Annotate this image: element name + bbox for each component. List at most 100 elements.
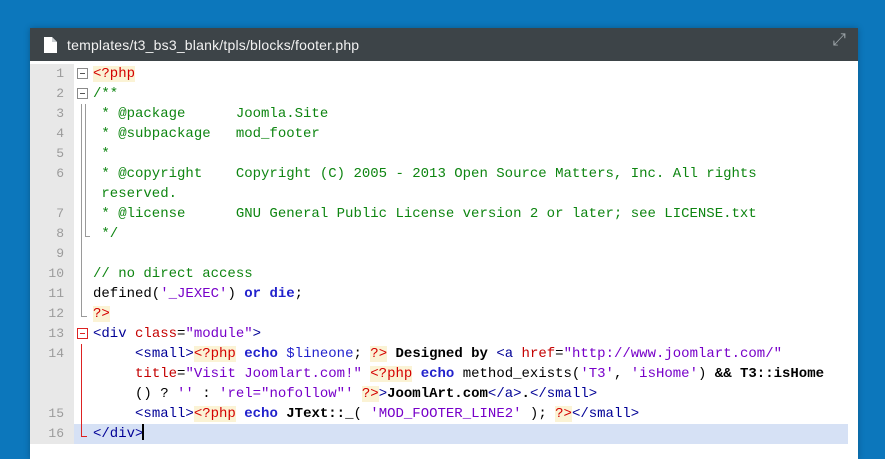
file-path-title: templates/t3_bs3_blank/tpls/blocks/foote… xyxy=(67,37,832,53)
fold-gutter xyxy=(74,124,93,144)
code-text[interactable]: ?> xyxy=(93,304,848,324)
code-text[interactable]: * @license GNU General Public License ve… xyxy=(93,204,848,224)
fold-toggle-icon[interactable] xyxy=(77,328,88,339)
code-segment-plain: method_exists( xyxy=(454,366,580,382)
code-segment-attr: href xyxy=(522,346,556,362)
code-segment-plain xyxy=(353,386,361,402)
code-segment-phptag: ?> xyxy=(370,346,387,362)
code-text[interactable]: * xyxy=(93,144,848,164)
code-segment-btext: JoomlArt.com xyxy=(387,386,488,402)
line-number: 3 xyxy=(30,104,74,124)
code-text[interactable]: // no direct access xyxy=(93,264,848,284)
fold-gutter xyxy=(74,164,93,184)
line-number: 14 xyxy=(30,344,74,364)
code-text[interactable]: /** xyxy=(93,84,848,104)
code-text[interactable]: reserved. xyxy=(93,184,848,204)
code-text[interactable]: * @copyright Copyright (C) 2005 - 2013 O… xyxy=(93,164,848,184)
code-segment-phptag: <?php xyxy=(370,366,412,382)
code-line[interactable]: title="Visit Joomlart.com!" <?php echo m… xyxy=(30,364,848,384)
code-segment-attr: class xyxy=(135,326,177,342)
code-text[interactable]: <small><?php echo JText::_( 'MOD_FOOTER_… xyxy=(93,404,848,424)
fold-gutter xyxy=(74,224,93,244)
fold-guide-line xyxy=(81,284,82,304)
code-line[interactable]: 1 <?php xyxy=(30,64,848,84)
code-text[interactable]: * @subpackage mod_footer xyxy=(93,124,848,144)
code-segment-string: 'T3' xyxy=(580,366,614,382)
code-segment-comment: * @license GNU General Public License ve… xyxy=(93,206,757,222)
line-number: 4 xyxy=(30,124,74,144)
fold-toggle-icon[interactable] xyxy=(77,88,88,99)
line-number: 15 xyxy=(30,404,74,424)
code-text[interactable]: <?php xyxy=(93,64,848,84)
fold-guide-line xyxy=(81,204,82,224)
code-line[interactable]: 15 <small><?php echo JText::_( 'MOD_FOOT… xyxy=(30,404,848,424)
code-line[interactable]: 7 * @license GNU General Public License … xyxy=(30,204,848,224)
code-segment-phptag: <?php xyxy=(194,346,236,362)
code-text[interactable]: </div> xyxy=(93,424,848,444)
code-text[interactable]: defined('_JEXEC') or die; xyxy=(93,284,848,304)
fold-toggle-icon[interactable] xyxy=(77,68,88,79)
code-line[interactable]: 8 */ xyxy=(30,224,848,244)
line-number xyxy=(30,384,74,404)
code-text[interactable]: */ xyxy=(93,224,848,244)
code-line[interactable]: 4 * @subpackage mod_footer xyxy=(30,124,848,144)
code-segment-plain xyxy=(93,346,135,362)
code-text[interactable]: <div class="module"> xyxy=(93,324,848,344)
code-segment-plain: ; xyxy=(353,346,370,362)
code-segment-attr: title xyxy=(135,366,177,382)
code-line[interactable]: 5 * xyxy=(30,144,848,164)
code-segment-comment: * xyxy=(93,146,110,162)
code-line[interactable]: 14 <small><?php echo $lineone; ?> Design… xyxy=(30,344,848,364)
code-segment-phptag: ?> xyxy=(555,406,572,422)
code-segment-plain: ; xyxy=(295,286,303,302)
code-segment-tag: <div xyxy=(93,326,135,342)
code-segment-keyword: echo xyxy=(244,406,278,422)
line-number xyxy=(30,184,74,204)
fold-gutter xyxy=(74,184,93,204)
code-segment-comment: * @package Joomla.Site xyxy=(93,106,328,122)
code-line[interactable]: 3 * @package Joomla.Site xyxy=(30,104,848,124)
code-line[interactable]: 12 ?> xyxy=(30,304,848,324)
code-text[interactable]: <small><?php echo $lineone; ?> Designed … xyxy=(93,344,848,364)
code-segment-comment: // no direct access xyxy=(93,266,253,282)
code-segment-btext: JText::_ xyxy=(286,406,353,422)
code-line[interactable]: 2/** xyxy=(30,84,848,104)
fold-guide-line xyxy=(85,124,86,144)
line-number: 13 xyxy=(30,324,74,344)
code-area[interactable]: 1<?php2/**3 * @package Joomla.Site4 * @s… xyxy=(30,61,858,459)
line-number: 1 xyxy=(30,64,74,84)
text-cursor xyxy=(142,424,144,440)
code-line[interactable]: 9 xyxy=(30,244,848,264)
code-text[interactable]: title="Visit Joomlart.com!" <?php echo m… xyxy=(93,364,848,384)
fold-guide-line xyxy=(81,364,82,384)
fold-guide-line xyxy=(85,224,90,237)
code-segment-plain xyxy=(412,366,420,382)
fold-guide-line xyxy=(85,204,86,224)
code-segment-string: '' xyxy=(177,386,194,402)
title-bar: templates/t3_bs3_blank/tpls/blocks/foote… xyxy=(30,28,858,61)
code-editor-window: templates/t3_bs3_blank/tpls/blocks/foote… xyxy=(30,28,858,459)
code-segment-plain: ) xyxy=(698,366,715,382)
code-segment-string: "http://www.joomlart.com/" xyxy=(564,346,782,362)
fold-guide-line xyxy=(81,144,82,164)
fold-guide-line xyxy=(81,384,82,404)
code-line[interactable]: 10// no direct access xyxy=(30,264,848,284)
code-segment-string: 'isHome' xyxy=(631,366,698,382)
code-line[interactable]: 16</div> xyxy=(30,424,848,444)
code-text[interactable]: () ? '' : 'rel="nofollow"' ?>>JoomlArt.c… xyxy=(93,384,848,404)
code-line[interactable]: 11defined('_JEXEC') or die; xyxy=(30,284,848,304)
code-text[interactable]: * @package Joomla.Site xyxy=(93,104,848,124)
code-line[interactable]: reserved. xyxy=(30,184,848,204)
code-text[interactable] xyxy=(93,244,848,264)
code-segment-plain xyxy=(236,346,244,362)
code-line[interactable]: () ? '' : 'rel="nofollow"' ?>>JoomlArt.c… xyxy=(30,384,848,404)
code-line[interactable]: 13 <div class="module"> xyxy=(30,324,848,344)
line-number: 12 xyxy=(30,304,74,324)
code-segment-string: 'rel="nofollow"' xyxy=(219,386,353,402)
code-segment-plain: = xyxy=(555,346,563,362)
code-segment-tag: </small> xyxy=(530,386,597,402)
code-segment-btext: && T3::isHome xyxy=(715,366,824,382)
code-segment-plain xyxy=(278,406,286,422)
expand-fullscreen-icon[interactable]: ⤢ xyxy=(832,32,846,49)
code-line[interactable]: 6 * @copyright Copyright (C) 2005 - 2013… xyxy=(30,164,848,184)
